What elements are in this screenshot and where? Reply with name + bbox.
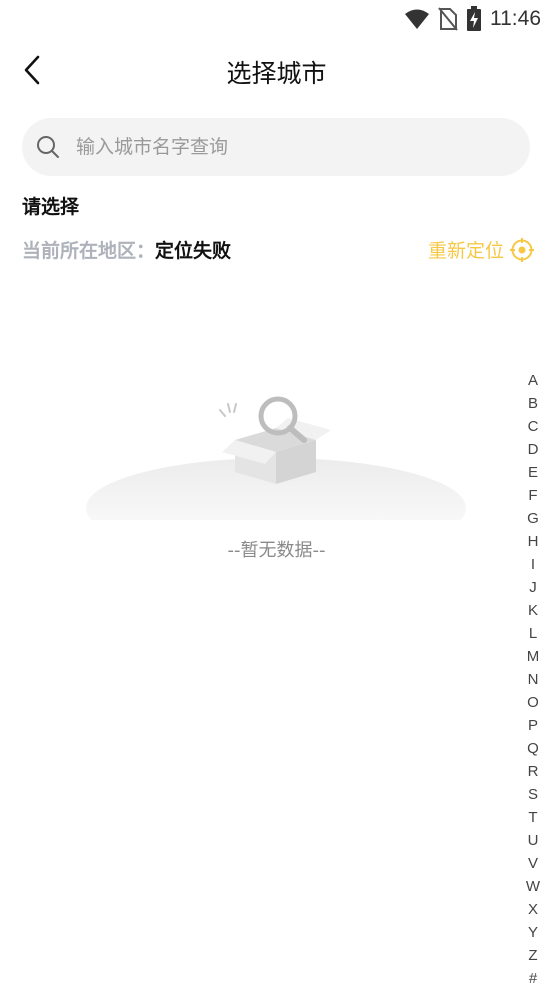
index-letter[interactable]: N (528, 668, 539, 691)
status-bar: 11:46 (0, 0, 553, 36)
index-letter[interactable]: W (526, 875, 540, 898)
index-letter[interactable]: T (528, 806, 537, 829)
index-letter[interactable]: # (529, 967, 537, 990)
index-letter[interactable]: S (528, 783, 538, 806)
index-letter[interactable]: O (527, 691, 539, 714)
relocate-label: 重新定位 (427, 240, 504, 262)
index-letter[interactable]: H (528, 530, 539, 553)
location-label: 当前所在地区： (22, 240, 156, 262)
location-value: 定位失败 (155, 240, 232, 262)
status-time: 11:46 (490, 7, 541, 30)
locate-icon (510, 237, 534, 262)
index-letter[interactable]: F (528, 484, 537, 507)
search-input[interactable] (74, 135, 498, 159)
no-sim-icon (438, 7, 458, 31)
relocate-button[interactable]: 重新定位 (428, 236, 534, 263)
index-letter[interactable]: P (528, 714, 538, 737)
alphabet-index[interactable]: A B C D E F G H I J K L M N O P Q R S T U V W X Y Z # (523, 369, 543, 990)
index-letter[interactable]: X (528, 898, 538, 921)
index-letter[interactable]: R (528, 760, 539, 783)
index-letter[interactable]: G (527, 507, 539, 530)
index-letter[interactable]: M (527, 645, 540, 668)
status-icons: 11:46 (404, 6, 541, 32)
index-letter[interactable]: J (529, 576, 537, 599)
index-letter[interactable]: K (528, 599, 538, 622)
index-letter[interactable]: I (531, 553, 535, 576)
index-letter[interactable]: Q (527, 737, 539, 760)
index-letter[interactable]: C (528, 415, 539, 438)
header: 选择城市 (0, 40, 553, 100)
index-letter[interactable]: Y (528, 921, 538, 944)
empty-state-text: --暂无数据-- (227, 540, 326, 561)
index-letter[interactable]: B (528, 392, 538, 415)
section-title: 请选择 (22, 196, 80, 218)
wifi-icon (405, 9, 429, 29)
empty-box-icon (86, 396, 466, 520)
index-letter[interactable]: A (528, 369, 538, 392)
index-letter[interactable]: V (528, 852, 538, 875)
index-letter[interactable]: E (528, 461, 538, 484)
index-letter[interactable]: D (528, 438, 539, 461)
battery-charging-icon (467, 6, 481, 31)
index-letter[interactable]: L (529, 622, 537, 645)
location-row: 当前所在地区：定位失败 重新定位 (22, 236, 534, 264)
search-box[interactable] (22, 118, 530, 176)
index-letter[interactable]: Z (528, 944, 537, 967)
index-letter[interactable]: U (528, 829, 539, 852)
page-title: 选择城市 (226, 59, 327, 88)
search-icon (37, 136, 59, 158)
